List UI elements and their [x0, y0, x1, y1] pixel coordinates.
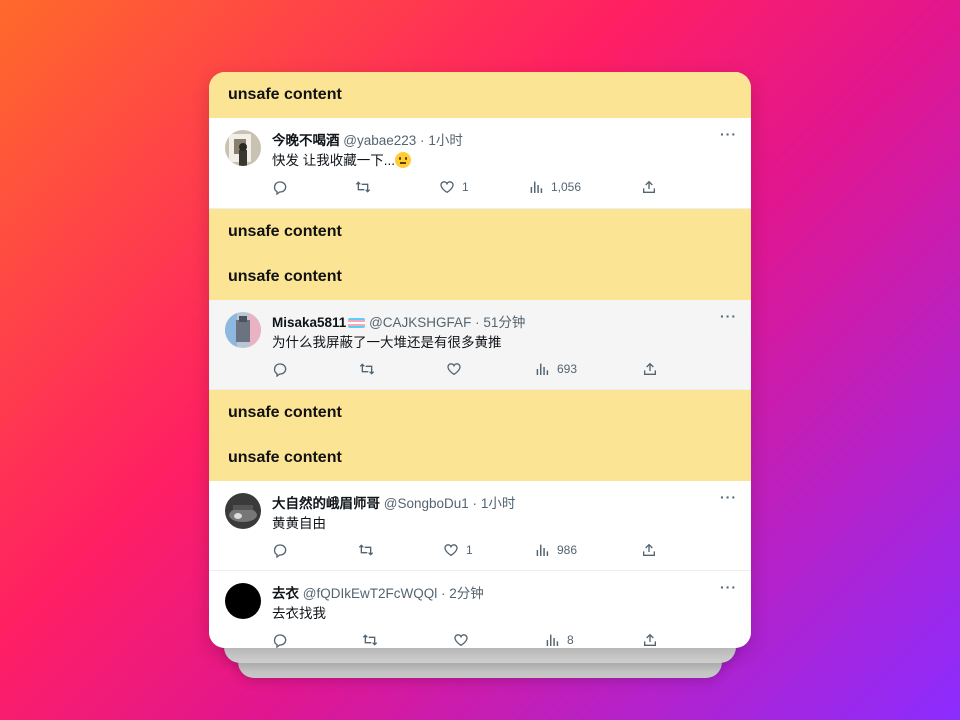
share-button[interactable] — [641, 178, 657, 196]
view-count: 693 — [557, 362, 578, 376]
blocked-content-label: unsafe content — [228, 268, 342, 285]
retweet-button[interactable] — [362, 631, 378, 648]
separator: · — [440, 586, 446, 601]
retweet-icon — [362, 634, 378, 646]
avatar[interactable] — [225, 312, 261, 348]
heart-icon — [454, 634, 468, 647]
blocked-content-label: unsafe content — [228, 222, 342, 240]
share-icon — [644, 633, 656, 646]
views-chart-icon — [530, 181, 543, 193]
share-button[interactable] — [642, 631, 658, 648]
views-chart-icon — [536, 363, 549, 375]
timestamp[interactable]: 2分钟 — [449, 586, 484, 601]
tweet-text: 快发 让我收藏一下... — [272, 149, 412, 169]
blocked-content-label: unsafe content — [228, 86, 342, 103]
handle[interactable]: @SongboDu1 — [384, 496, 469, 511]
tweet-feed-card: unsafe content 今晚不喝酒 @yabae223 · 1小时 快发 … — [209, 72, 751, 648]
retweet-icon — [359, 363, 375, 375]
tweet-item[interactable]: Misaka5811 @CAJKSHGFAF · 51分钟 为什么我屏蔽了一大堆… — [209, 300, 751, 390]
views-button[interactable]: 693 — [534, 360, 577, 378]
retweet-button[interactable] — [358, 541, 374, 559]
more-options-icon[interactable]: ··· — [720, 489, 737, 505]
retweet-icon — [358, 544, 374, 556]
transgender-flag-icon — [348, 318, 366, 328]
retweet-icon — [355, 181, 371, 193]
timestamp[interactable]: 51分钟 — [483, 315, 525, 330]
display-name[interactable]: 今晚不喝酒 — [272, 133, 340, 148]
tweet-header: 大自然的峨眉师哥 @SongboDu1 · 1小时 — [272, 492, 515, 512]
views-chart-icon — [536, 544, 549, 556]
more-options-icon[interactable]: ··· — [720, 126, 737, 142]
reply-button[interactable] — [272, 541, 288, 559]
heart-icon — [444, 544, 458, 557]
tweet-header: 今晚不喝酒 @yabae223 · 1小时 — [272, 129, 463, 149]
like-button[interactable]: 1 — [443, 541, 473, 559]
tweet-item[interactable]: 今晚不喝酒 @yabae223 · 1小时 快发 让我收藏一下... ··· 1… — [209, 118, 751, 209]
view-count: 986 — [557, 543, 578, 557]
separator: · — [472, 496, 478, 511]
views-chart-icon — [546, 634, 559, 646]
display-name[interactable]: 去衣 — [272, 586, 299, 601]
like-count: 1 — [466, 543, 473, 557]
tweet-header: Misaka5811 @CAJKSHGFAF · 51分钟 — [272, 311, 525, 331]
reply-button[interactable] — [272, 360, 288, 378]
tweet-header: 去衣 @fQDIkEwT2FcWQQl · 2分钟 — [272, 582, 484, 602]
more-options-icon[interactable]: ··· — [720, 579, 737, 595]
blocked-content-banner: unsafe content — [209, 254, 751, 300]
heart-icon — [447, 363, 461, 376]
tweet-text: 黄黄自由 — [272, 516, 326, 531]
blocked-content-banner: unsafe content — [209, 72, 751, 118]
reply-button[interactable] — [272, 631, 288, 648]
avatar[interactable] — [225, 130, 261, 166]
reply-icon — [273, 181, 287, 195]
share-button[interactable] — [642, 360, 658, 378]
share-icon — [643, 180, 655, 193]
view-count: 1,056 — [551, 180, 582, 194]
like-button[interactable] — [446, 360, 469, 378]
views-button[interactable]: 8 — [544, 631, 574, 648]
display-name[interactable]: 大自然的峨眉师哥 — [272, 496, 380, 511]
handle[interactable]: @CAJKSHGFAF — [369, 315, 471, 330]
blocked-content-banner: unsafe content — [209, 209, 751, 254]
view-count: 8 — [567, 633, 574, 647]
blocked-content-banner: unsafe content — [209, 390, 751, 435]
tweet-text-content: 快发 让我收藏一下... — [272, 153, 396, 168]
timestamp[interactable]: 1小时 — [481, 496, 516, 511]
tweet-text: 为什么我屏蔽了一大堆还是有很多黄推 — [272, 335, 502, 350]
reply-icon — [273, 363, 287, 377]
handle[interactable]: @yabae223 — [343, 133, 416, 148]
retweet-button[interactable] — [359, 360, 375, 378]
tweet-item[interactable]: 去衣 @fQDIkEwT2FcWQQl · 2分钟 去衣找我 ··· 8 — [209, 571, 751, 648]
views-button[interactable]: 986 — [534, 541, 577, 559]
blocked-content-label: unsafe content — [228, 403, 342, 421]
like-button[interactable] — [453, 631, 476, 648]
blocked-content-label: unsafe content — [228, 449, 342, 466]
retweet-button[interactable] — [355, 178, 371, 196]
views-button[interactable]: 1,056 — [528, 178, 581, 196]
tweet-text: 去衣找我 — [272, 606, 326, 621]
share-icon — [643, 543, 655, 556]
more-options-icon[interactable]: ··· — [720, 308, 737, 324]
like-button[interactable]: 1 — [439, 178, 469, 196]
display-name[interactable]: Misaka5811 — [272, 315, 346, 330]
avatar[interactable] — [225, 583, 261, 619]
heart-icon — [440, 181, 454, 194]
reply-icon — [273, 544, 287, 558]
reply-icon — [273, 634, 287, 648]
handle[interactable]: @fQDIkEwT2FcWQQl — [303, 586, 437, 601]
neutral-face-emoji-icon — [395, 152, 412, 168]
tweet-item[interactable]: 大自然的峨眉师哥 @SongboDu1 · 1小时 黄黄自由 ··· 1 986 — [209, 481, 751, 571]
timestamp[interactable]: 1小时 — [428, 133, 463, 148]
like-count: 1 — [462, 180, 469, 194]
separator: · — [475, 315, 480, 330]
share-button[interactable] — [641, 541, 657, 559]
share-icon — [644, 362, 656, 375]
separator: · — [420, 133, 425, 148]
blocked-content-banner: unsafe content — [209, 435, 751, 481]
avatar[interactable] — [225, 493, 261, 529]
reply-button[interactable] — [272, 178, 288, 196]
